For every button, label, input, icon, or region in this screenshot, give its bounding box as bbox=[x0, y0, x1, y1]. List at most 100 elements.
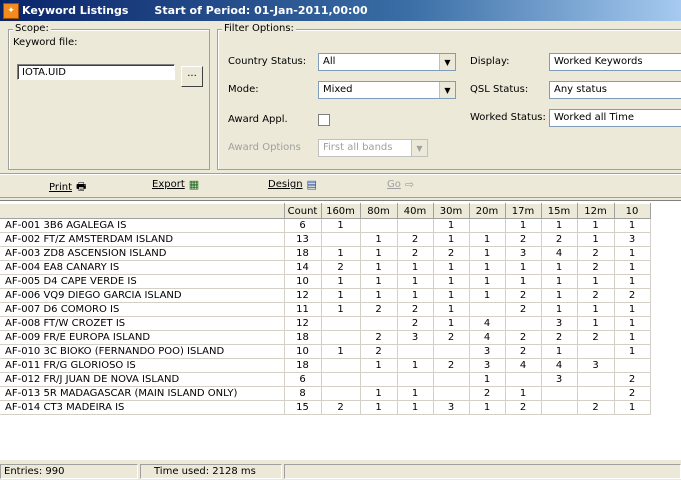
count-cell: 2 bbox=[505, 330, 542, 345]
status-bar: Entries: 990 Time used: 2128 ms bbox=[0, 463, 681, 480]
column-header[interactable]: 12m bbox=[577, 203, 615, 219]
count-cell bbox=[433, 386, 470, 401]
count-cell: 1 bbox=[360, 260, 398, 275]
keyword-cell: AF-002 FT/Z AMSTERDAM ISLAND bbox=[0, 232, 285, 247]
count-cell: 18 bbox=[284, 246, 322, 261]
scope-group: Scope: Keyword file: IOTA.UID ... bbox=[8, 23, 210, 170]
count-cell: 6 bbox=[284, 372, 322, 387]
count-cell: 1 bbox=[541, 274, 578, 289]
count-cell: 3 bbox=[505, 246, 542, 261]
column-header[interactable]: 30m bbox=[433, 203, 470, 219]
export-label: Export bbox=[152, 179, 185, 190]
dropdown-arrow-icon[interactable]: ▼ bbox=[439, 82, 455, 98]
count-cell: 3 bbox=[469, 344, 506, 359]
count-cell: 2 bbox=[321, 400, 361, 415]
table-row[interactable]: AF-001 3B6 AGALEGA IS 6 1 1 1 1 1 1 bbox=[0, 218, 651, 233]
count-cell: 3 bbox=[469, 358, 506, 373]
dropdown-arrow-icon[interactable]: ▼ bbox=[439, 54, 455, 70]
column-header[interactable]: 160m bbox=[321, 203, 361, 219]
table-row[interactable]: AF-009 FR/E EUROPA ISLAND 18 2 3 2 4 2 2 2 1 bbox=[0, 330, 651, 345]
count-cell: 1 bbox=[433, 274, 470, 289]
display-select[interactable]: Worked Keywords bbox=[549, 53, 681, 71]
table-row[interactable]: AF-013 5R MADAGASCAR (MAIN ISLAND ONLY) 8… bbox=[0, 386, 651, 401]
keyword-file-input[interactable]: IOTA.UID bbox=[17, 64, 175, 80]
award-appl-label: Award Appl. bbox=[228, 114, 288, 125]
worked-status-select[interactable]: Worked all Time bbox=[549, 109, 681, 127]
column-header[interactable]: 40m bbox=[397, 203, 434, 219]
display-label: Display: bbox=[470, 56, 510, 67]
period-label: Start of Period: 01-Jan-2011,00:00 bbox=[154, 4, 368, 17]
print-label: Print bbox=[49, 182, 73, 193]
table-row[interactable]: AF-008 FT/W CROZET IS 12 2 1 4 3 1 1 bbox=[0, 316, 651, 331]
count-cell bbox=[541, 386, 578, 401]
browse-button[interactable]: ... bbox=[181, 66, 203, 87]
count-cell: 1 bbox=[469, 260, 506, 275]
table-row[interactable]: AF-003 ZD8 ASCENSION ISLAND 18 1 1 2 2 1 3 4 2 1 bbox=[0, 246, 651, 261]
print-button[interactable]: Print 🖶 bbox=[49, 178, 86, 197]
count-cell: 2 bbox=[614, 372, 651, 387]
count-cell: 1 bbox=[397, 260, 434, 275]
count-cell: 1 bbox=[397, 288, 434, 303]
count-cell: 2 bbox=[614, 288, 651, 303]
keyword-cell: AF-006 VQ9 DIEGO GARCIA ISLAND bbox=[0, 288, 285, 303]
count-cell: 6 bbox=[284, 218, 322, 233]
count-cell: 4 bbox=[469, 330, 506, 345]
table-row[interactable]: AF-014 CT3 MADEIRA IS 15 2 1 1 3 1 2 2 1 bbox=[0, 400, 651, 415]
column-header[interactable]: Count bbox=[284, 203, 322, 219]
column-header[interactable]: 80m bbox=[360, 203, 398, 219]
mode-select[interactable]: Mixed ▼ bbox=[318, 81, 456, 99]
column-header[interactable]: 17m bbox=[505, 203, 542, 219]
table-row[interactable]: AF-007 D6 COMORO IS 11 1 2 2 1 2 1 1 1 bbox=[0, 302, 651, 317]
count-cell: 1 bbox=[614, 400, 651, 415]
count-cell: 4 bbox=[505, 358, 542, 373]
design-label: Design bbox=[268, 179, 303, 190]
count-cell: 2 bbox=[577, 246, 615, 261]
count-cell: 2 bbox=[397, 246, 434, 261]
column-header[interactable]: 20m bbox=[469, 203, 506, 219]
column-header[interactable]: 15m bbox=[541, 203, 578, 219]
count-cell: 1 bbox=[321, 218, 361, 233]
count-cell: 10 bbox=[284, 344, 322, 359]
status-panel-empty bbox=[284, 464, 681, 479]
count-cell: 14 bbox=[284, 260, 322, 275]
count-cell: 1 bbox=[433, 302, 470, 317]
count-cell: 12 bbox=[284, 288, 322, 303]
count-cell: 1 bbox=[321, 274, 361, 289]
count-cell: 8 bbox=[284, 386, 322, 401]
count-cell: 1 bbox=[541, 218, 578, 233]
count-cell: 1 bbox=[541, 302, 578, 317]
table-row[interactable]: AF-006 VQ9 DIEGO GARCIA ISLAND 12 1 1 1 1 1 2 1 2… bbox=[0, 288, 651, 303]
count-cell: 2 bbox=[433, 358, 470, 373]
table-row[interactable]: AF-011 FR/G GLORIOSO IS 18 1 1 2 3 4 4 3 bbox=[0, 358, 651, 373]
award-appl-checkbox[interactable] bbox=[318, 114, 330, 126]
table-row[interactable]: AF-002 FT/Z AMSTERDAM ISLAND 13 1 2 1 1 2 2 1 3 bbox=[0, 232, 651, 247]
count-cell: 2 bbox=[505, 288, 542, 303]
count-cell bbox=[433, 372, 470, 387]
count-cell: 18 bbox=[284, 358, 322, 373]
country-status-value: All bbox=[323, 56, 336, 67]
count-cell: 2 bbox=[397, 316, 434, 331]
country-status-select[interactable]: All ▼ bbox=[318, 53, 456, 71]
window-titlebar: ✦ Keyword Listings Start of Period: 01-J… bbox=[0, 0, 681, 21]
count-cell: 4 bbox=[541, 358, 578, 373]
design-button[interactable]: Design ▤ bbox=[268, 178, 317, 191]
qsl-status-select[interactable]: Any status bbox=[549, 81, 681, 99]
count-cell: 2 bbox=[505, 232, 542, 247]
count-cell bbox=[321, 372, 361, 387]
export-button[interactable]: Export ▦ bbox=[152, 178, 199, 191]
award-options-label: Award Options bbox=[228, 142, 301, 153]
count-cell bbox=[397, 218, 434, 233]
keyword-grid[interactable]: Count 160m 80m 40m 30m 20m 17m 15m 12m 1… bbox=[0, 200, 681, 460]
count-cell: 1 bbox=[469, 246, 506, 261]
table-row[interactable]: AF-012 FR/J JUAN DE NOVA ISLAND 6 1 3 2 bbox=[0, 372, 651, 387]
mode-label: Mode: bbox=[228, 84, 259, 95]
count-cell: 1 bbox=[505, 218, 542, 233]
table-row[interactable]: AF-010 3C BIOKO (FERNANDO POO) ISLAND 10 1… bbox=[0, 344, 651, 359]
column-header[interactable] bbox=[0, 203, 285, 219]
count-cell: 1 bbox=[614, 316, 651, 331]
time-used: Time used: 2128 ms bbox=[140, 464, 282, 479]
column-header[interactable]: 10 bbox=[614, 203, 651, 219]
table-row[interactable]: AF-004 EA8 CANARY IS 14 2 1 1 1 1 1 1 2 1 bbox=[0, 260, 651, 275]
count-cell: 2 bbox=[505, 302, 542, 317]
table-row[interactable]: AF-005 D4 CAPE VERDE IS 10 1 1 1 1 1 1 1 1 1 bbox=[0, 274, 651, 289]
